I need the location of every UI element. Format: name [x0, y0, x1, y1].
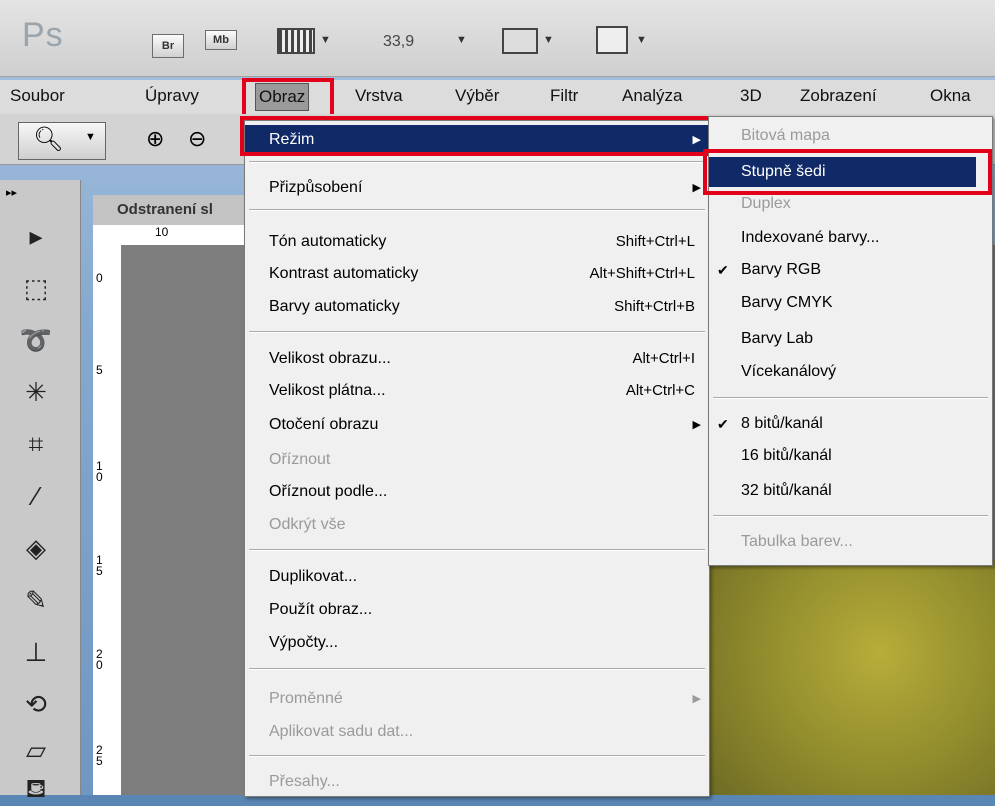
screen-mode-icon[interactable] [596, 26, 628, 54]
menu-vrstva[interactable]: Vrstva [355, 80, 403, 112]
menu-item-presahy[interactable]: Přesahy... [245, 767, 709, 797]
obraz-menu: Režim ▶ Přizpůsobení ▶ Tón automaticky Shif… [244, 120, 710, 797]
tool-preset-picker[interactable]: 🔍︎ ▼ [18, 122, 106, 160]
magic-wand-tool-icon[interactable]: ✳ [18, 374, 54, 410]
arrange-documents-icon[interactable] [502, 28, 538, 54]
ruler-label: 1 0 [96, 459, 103, 484]
zoom-level[interactable]: 33,9 [383, 33, 414, 51]
chevron-down-icon[interactable]: ▼ [456, 34, 467, 46]
horizontal-ruler: 10 [93, 225, 253, 246]
ruler-label: 1 5 [96, 553, 103, 578]
menu-3d[interactable]: 3D [740, 80, 762, 112]
eyedropper-tool-icon[interactable]: ⁄ [18, 478, 54, 514]
filmstrip-icon[interactable] [277, 28, 315, 54]
submenu-item-tabulka-barev[interactable]: Tabulka barev... [709, 527, 995, 557]
paint-bucket-tool-icon[interactable]: ⛾ [18, 770, 54, 806]
menu-okna[interactable]: Okna [930, 80, 971, 112]
menu-separator [249, 755, 705, 757]
menu-item-pouzit-obraz[interactable]: Použít obraz... [245, 595, 709, 625]
clone-stamp-tool-icon[interactable]: ⊥ [18, 634, 54, 670]
move-tool-icon[interactable]: ▸ [18, 218, 54, 254]
menu-separator [249, 331, 705, 333]
ruler-label: 5 [96, 363, 103, 377]
menu-item-prizpusobeni[interactable]: Přizpůsobení ▶ [245, 173, 709, 203]
menu-item-oriznout[interactable]: Oříznout [245, 445, 709, 475]
eraser-tool-icon[interactable]: ▱ [18, 732, 54, 768]
chevron-down-icon[interactable]: ▼ [636, 34, 647, 46]
menu-separator [249, 668, 705, 670]
submenu-arrow-icon: ▶ [692, 419, 701, 431]
bridge-button[interactable]: Br [152, 34, 184, 58]
menu-separator [713, 397, 988, 399]
menu-separator [713, 515, 988, 517]
healing-brush-tool-icon[interactable]: ◈ [18, 530, 54, 566]
tools-panel: ▸▸ ▸ ⬚ ➰ ✳ ⌗ ⁄ ◈ ✎ ⊥ ⟲ ▱ ⛾ [0, 180, 81, 803]
collapse-panel-icon[interactable]: ▸▸ [6, 186, 17, 199]
menu-zobrazeni[interactable]: Zobrazení [800, 80, 877, 112]
submenu-item-8-bitu[interactable]: ✔ 8 bitů/kanál [709, 409, 995, 439]
menu-item-oriznout-podle[interactable]: Oříznout podle... [245, 477, 709, 507]
submenu-item-vicekanalovy[interactable]: Vícekanálový [709, 357, 995, 387]
submenu-item-16-bitu[interactable]: 16 bitů/kanál [709, 441, 995, 471]
chevron-down-icon[interactable]: ▼ [320, 34, 331, 46]
chevron-down-icon: ▼ [85, 131, 96, 143]
menu-filtr[interactable]: Filtr [550, 80, 578, 112]
menu-item-velikost-platna[interactable]: Velikost plátna... Alt+Ctrl+C [245, 376, 709, 406]
annotation-highlight [703, 149, 992, 195]
ruler-label: 10 [155, 225, 169, 239]
menu-item-ton-automaticky[interactable]: Tón automaticky Shift+Ctrl+L [245, 227, 709, 257]
submenu-item-32-bitu[interactable]: 32 bitů/kanál [709, 476, 995, 506]
menu-item-vypocty[interactable]: Výpočty... [245, 628, 709, 658]
submenu-item-indexovane-barvy[interactable]: Indexované barvy... [709, 223, 995, 253]
marquee-tool-icon[interactable]: ⬚ [18, 270, 54, 306]
menu-separator [249, 161, 705, 163]
menu-item-duplikovat[interactable]: Duplikovat... [245, 562, 709, 592]
menu-item-promenne[interactable]: Proměnné ▶ [245, 684, 709, 714]
history-brush-tool-icon[interactable]: ⟲ [18, 686, 54, 722]
annotation-highlight [240, 116, 712, 156]
menu-item-barvy-automaticky[interactable]: Barvy automaticky Shift+Ctrl+B [245, 292, 709, 322]
zoom-tool-icon: 🔍︎ [33, 126, 64, 153]
submenu-item-barvy-lab[interactable]: Barvy Lab [709, 324, 995, 354]
vertical-ruler: 0 5 1 0 1 5 2 0 2 5 [93, 245, 122, 795]
photoshop-logo: Ps [22, 16, 64, 54]
submenu-item-barvy-cmyk[interactable]: Barvy CMYK [709, 288, 995, 318]
image-content [706, 560, 995, 795]
lasso-tool-icon[interactable]: ➰ [18, 322, 54, 358]
submenu-item-bitova-mapa[interactable]: Bitová mapa [709, 121, 995, 151]
menu-separator [249, 209, 705, 211]
menu-analyza[interactable]: Analýza [622, 80, 682, 112]
zoom-in-icon[interactable]: ⊕ [146, 126, 164, 152]
submenu-arrow-icon: ▶ [692, 182, 701, 194]
submenu-item-barvy-rgb[interactable]: ✔ Barvy RGB [709, 255, 995, 285]
ruler-label: 0 [96, 271, 103, 285]
chevron-down-icon[interactable]: ▼ [543, 34, 554, 46]
ruler-label: 2 5 [96, 743, 103, 768]
submenu-arrow-icon: ▶ [692, 693, 701, 705]
ruler-label: 2 0 [96, 647, 103, 672]
menu-item-otoceni-obrazu[interactable]: Otočení obrazu ▶ [245, 410, 709, 440]
crop-tool-icon[interactable]: ⌗ [18, 426, 54, 462]
checkmark-icon: ✔ [717, 416, 729, 432]
checkmark-icon: ✔ [717, 262, 729, 278]
menu-soubor[interactable]: Soubor [10, 80, 65, 112]
menu-vyber[interactable]: Výběr [455, 80, 499, 112]
menu-separator [249, 549, 705, 551]
zoom-out-icon[interactable]: ⊖ [188, 126, 206, 152]
menu-item-aplikovat-sadu-dat[interactable]: Aplikovat sadu dat... [245, 717, 709, 747]
annotation-highlight [242, 78, 334, 118]
mini-bridge-button[interactable]: Mb [205, 30, 237, 50]
application-bar: Ps Br Mb ▼ 33,9 ▼ ▼ ▼ [0, 0, 995, 77]
menu-item-velikost-obrazu[interactable]: Velikost obrazu... Alt+Ctrl+I [245, 344, 709, 374]
menu-upravy[interactable]: Úpravy [145, 80, 199, 112]
menu-item-kontrast-automaticky[interactable]: Kontrast automaticky Alt+Shift+Ctrl+L [245, 259, 709, 289]
brush-tool-icon[interactable]: ✎ [18, 582, 54, 618]
menu-item-odkryt-vse[interactable]: Odkrýt vše [245, 510, 709, 540]
